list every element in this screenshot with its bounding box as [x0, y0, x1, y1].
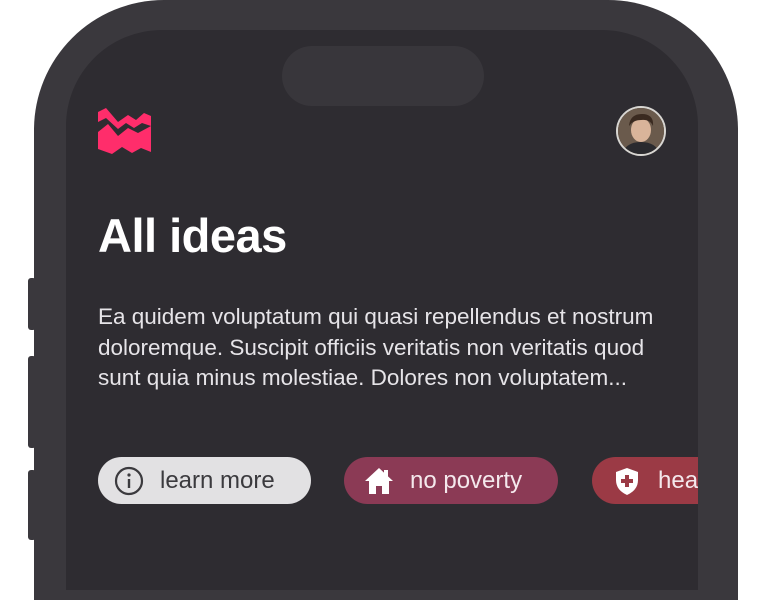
health-chip[interactable]: health — [592, 457, 698, 504]
page-title: All ideas — [98, 209, 287, 262]
user-avatar[interactable] — [616, 106, 666, 156]
category-chips: learn more no poverty health — [98, 457, 698, 505]
no-poverty-chip[interactable]: no poverty — [344, 457, 558, 504]
house-icon — [362, 464, 396, 498]
chip-label: learn more — [160, 466, 275, 494]
phone-side-button — [28, 278, 36, 330]
phone-side-button — [28, 356, 36, 448]
app-screen: All ideas Ea quidem voluptatum qui quasi… — [66, 30, 698, 590]
phone-side-button — [28, 470, 36, 540]
dynamic-island — [282, 46, 484, 106]
chip-label: no poverty — [410, 466, 523, 494]
brand-logo-icon[interactable] — [98, 106, 152, 158]
chip-label: health — [658, 466, 698, 494]
info-icon — [112, 464, 146, 498]
phone-side-button — [730, 460, 738, 540]
learn-more-button[interactable]: learn more — [98, 457, 311, 504]
page-description: Ea quidem voluptatum qui quasi repellend… — [98, 304, 654, 390]
shield-plus-icon — [610, 464, 644, 498]
